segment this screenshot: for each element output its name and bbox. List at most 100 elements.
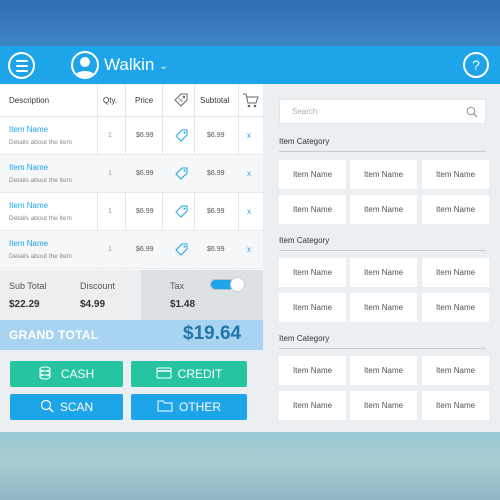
item-name[interactable]: Item Name (9, 163, 48, 172)
tax-toggle[interactable] (210, 277, 245, 292)
grand-total-label: GRAND TOTAL (9, 328, 99, 342)
item-tile[interactable]: Item Name (279, 258, 346, 287)
totals-section: Sub Total $22.29 Discount $4.99 Tax $1.4… (0, 270, 263, 320)
item-details: Details about the item (9, 253, 72, 260)
order-panel: Description Qty. Price % Subtotal Item N… (0, 84, 263, 432)
price-tag-icon: % (173, 84, 189, 116)
item-tile[interactable]: Item Name (422, 195, 489, 224)
subtotal-discount-area: Sub Total $22.29 Discount $4.99 (0, 270, 141, 320)
item-tile[interactable]: Item Name (279, 195, 346, 224)
item-qty[interactable]: 1 (108, 170, 112, 177)
credit-button[interactable]: CREDIT (131, 361, 247, 387)
item-tile[interactable]: Item Name (279, 356, 346, 385)
item-price: $6.99 (136, 208, 154, 215)
top-bar: Walkin ⌄ ? (0, 46, 500, 84)
search-box[interactable] (279, 99, 486, 124)
tax-label: Tax (170, 281, 185, 291)
tax-value: $1.48 (170, 299, 196, 310)
discount-tag-icon[interactable] (175, 129, 189, 145)
discount-tag-icon[interactable] (175, 167, 189, 183)
category-divider (279, 348, 486, 349)
remove-item-button[interactable]: x (247, 131, 251, 140)
credit-card-icon (156, 367, 172, 382)
item-tile[interactable]: Item Name (350, 356, 417, 385)
item-tile[interactable]: Item Name (350, 195, 417, 224)
item-name[interactable]: Item Name (9, 201, 48, 210)
folder-icon (157, 399, 173, 415)
category-divider (279, 151, 486, 152)
item-tile[interactable]: Item Name (279, 391, 346, 420)
item-subtotal: $6.99 (207, 246, 225, 253)
user-avatar-icon[interactable] (71, 51, 99, 79)
scan-button[interactable]: SCAN (10, 394, 123, 420)
item-details: Details about the item (9, 139, 72, 146)
tax-area: Tax $1.48 (141, 270, 263, 320)
item-tile[interactable]: Item Name (422, 160, 489, 189)
item-tile[interactable]: Item Name (279, 160, 346, 189)
cash-button[interactable]: CASH (10, 361, 123, 387)
category-label: Item Category (279, 334, 330, 343)
item-tile[interactable]: Item Name (350, 160, 417, 189)
payment-buttons: CASH CREDIT SCAN OTHER (0, 350, 263, 432)
item-details: Details about the item (9, 215, 72, 222)
search-input[interactable] (280, 100, 460, 123)
category-label: Item Category (279, 137, 330, 146)
scan-magnifier-icon (40, 399, 54, 416)
item-tile[interactable]: Item Name (422, 258, 489, 287)
item-qty[interactable]: 1 (108, 246, 112, 253)
discount-tag-icon[interactable] (175, 205, 189, 221)
order-table-header: Description Qty. Price % Subtotal (0, 84, 263, 117)
credit-label: CREDIT (177, 367, 223, 381)
order-row[interactable]: Item Name Details about the item 1 $6.99… (0, 117, 263, 155)
scan-label: SCAN (59, 400, 94, 414)
hamburger-menu-icon[interactable] (8, 52, 35, 79)
item-tile[interactable]: Item Name (422, 293, 489, 322)
item-subtotal: $6.99 (207, 170, 225, 177)
item-subtotal: $6.99 (207, 208, 225, 215)
chevron-down-icon: ⌄ (159, 60, 168, 72)
column-description: Description (9, 95, 50, 105)
column-qty: Qty. (103, 95, 118, 105)
column-price: Price (135, 95, 154, 105)
grand-total-bar: GRAND TOTAL $19.64 (0, 320, 263, 350)
category-label: Item Category (279, 236, 330, 245)
item-tile[interactable]: Item Name (279, 293, 346, 322)
item-tile[interactable]: Item Name (422, 391, 489, 420)
remove-item-button[interactable]: x (247, 207, 251, 216)
item-tile[interactable]: Item Name (422, 356, 489, 385)
category-divider (279, 250, 486, 251)
item-tile[interactable]: Item Name (350, 258, 417, 287)
other-label: OTHER (179, 400, 221, 414)
order-row[interactable]: Item Name Details about the item 1 $6.99… (0, 231, 263, 269)
item-price: $6.99 (136, 170, 154, 177)
customer-name: Walkin (104, 55, 155, 74)
order-row[interactable]: Item Name Details about the item 1 $6.99… (0, 193, 263, 231)
shopping-cart-icon (242, 84, 259, 116)
item-tile[interactable]: Item Name (350, 293, 417, 322)
order-row[interactable]: Item Name Details about the item 1 $6.99… (0, 155, 263, 193)
item-tile[interactable]: Item Name (350, 391, 417, 420)
subtotal-label: Sub Total (9, 281, 47, 291)
remove-item-button[interactable]: x (247, 169, 251, 178)
pos-main-panel: Description Qty. Price % Subtotal Item N… (0, 84, 500, 432)
item-price: $6.99 (136, 132, 154, 139)
coins-icon (39, 366, 55, 383)
discount-value: $4.99 (80, 299, 106, 310)
help-question-icon[interactable]: ? (463, 52, 489, 78)
item-name[interactable]: Item Name (9, 239, 48, 248)
discount-tag-icon[interactable] (175, 243, 189, 259)
search-icon[interactable] (466, 105, 478, 123)
item-qty[interactable]: 1 (108, 208, 112, 215)
customer-selector[interactable]: Walkin ⌄ (104, 55, 168, 75)
item-name[interactable]: Item Name (9, 125, 48, 134)
svg-text:%: % (179, 98, 184, 104)
other-button[interactable]: OTHER (131, 394, 247, 420)
item-price: $6.99 (136, 246, 154, 253)
discount-label: Discount (80, 281, 116, 291)
item-subtotal: $6.99 (207, 132, 225, 139)
item-details: Details about the item (9, 177, 72, 184)
column-subtotal: Subtotal (200, 95, 230, 105)
item-qty[interactable]: 1 (108, 132, 112, 139)
cash-label: CASH (60, 367, 95, 381)
remove-item-button[interactable]: x (247, 245, 251, 254)
